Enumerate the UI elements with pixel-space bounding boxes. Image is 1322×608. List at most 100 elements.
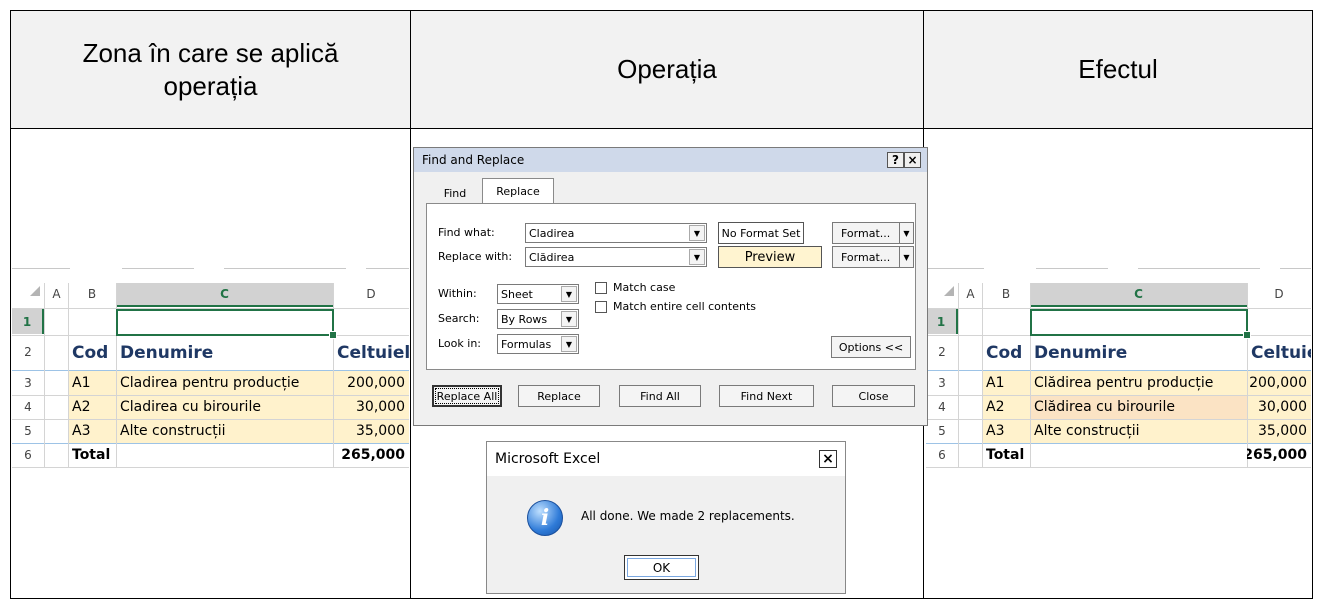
replace-with-label: Replace with: (438, 250, 513, 263)
tab-find[interactable]: Find (432, 182, 478, 204)
cell-denumire-header[interactable]: Denumire (1030, 338, 1247, 368)
close-icon[interactable]: × (904, 152, 921, 168)
col-header-a[interactable]: A (959, 283, 982, 305)
checkbox-box[interactable] (595, 300, 607, 313)
chevron-down-icon[interactable]: ▼ (899, 223, 913, 243)
checkbox-box[interactable] (595, 281, 607, 294)
chevron-down-icon[interactable]: ▼ (561, 311, 577, 327)
col-header-d[interactable]: D (333, 283, 409, 305)
chevron-down-icon[interactable]: ▼ (561, 336, 577, 352)
col-header-c[interactable]: C (116, 283, 333, 307)
row-header-4[interactable]: 4 (12, 395, 44, 419)
cell-denumire[interactable]: Cladirea cu birourile (116, 395, 333, 419)
search-label: Search: (438, 312, 480, 325)
replace-with-input[interactable]: Clădirea ▼ (525, 247, 707, 267)
cell-total-value[interactable]: 265,000 (1247, 443, 1311, 467)
replace-format-button[interactable]: Format... ▼ (832, 246, 914, 268)
chevron-down-icon[interactable]: ▼ (899, 247, 913, 267)
cell-cod[interactable]: A1 (982, 371, 1030, 395)
cell-total-label[interactable]: Total (68, 443, 116, 467)
cell-valoare[interactable]: 35,000 (333, 419, 409, 443)
replace-all-button[interactable]: Replace All (432, 385, 502, 407)
row-header-4[interactable]: 4 (926, 395, 958, 419)
row-header-1[interactable]: 1 (12, 309, 44, 334)
cell-denumire[interactable]: Clădirea cu birourile (1030, 395, 1247, 419)
cell-cod[interactable]: A2 (68, 395, 116, 419)
row-header-6[interactable]: 6 (12, 443, 44, 467)
cell-valoare[interactable]: 200,000 (333, 371, 409, 395)
col-header-b[interactable]: B (68, 283, 116, 305)
cell-valoare[interactable]: 200,000 (1247, 371, 1311, 395)
col-header-b[interactable]: B (982, 283, 1030, 305)
help-button[interactable]: ? (887, 152, 904, 168)
cell-denumire[interactable]: Cladirea pentru producție (116, 371, 333, 395)
no-format-set: No Format Set (718, 222, 804, 244)
find-what-value: Cladirea (529, 226, 575, 240)
row-header-3[interactable]: 3 (926, 371, 958, 395)
col-header-d[interactable]: D (1247, 283, 1311, 305)
search-select[interactable]: By Rows ▼ (497, 309, 579, 329)
cell-celtuieli-header[interactable]: Celtuieli (333, 338, 409, 368)
find-next-button[interactable]: Find Next (719, 385, 814, 407)
cell-denumire[interactable]: Clădirea pentru producție (1030, 371, 1247, 395)
cell-cod[interactable]: A2 (982, 395, 1030, 419)
cell-denumire[interactable]: Alte construcții (116, 419, 333, 443)
row-header-2[interactable]: 2 (926, 339, 958, 364)
find-what-input[interactable]: Cladirea ▼ (525, 223, 707, 243)
options-button[interactable]: Options << (831, 336, 911, 358)
cell-cod-header[interactable]: Cod (982, 338, 1030, 368)
row-header-3[interactable]: 3 (12, 371, 44, 395)
cell-cod-header[interactable]: Cod (68, 338, 116, 368)
cell-total-value[interactable]: 265,000 (333, 443, 409, 467)
cell-cod[interactable]: A3 (68, 419, 116, 443)
chevron-down-icon[interactable]: ▼ (689, 225, 705, 241)
find-format-button[interactable]: Format... ▼ (832, 222, 914, 244)
close-icon[interactable]: × (819, 450, 837, 468)
message-titlebar: Microsoft Excel (487, 442, 845, 476)
cell-celtuieli-header[interactable]: Celtuieli (1247, 338, 1311, 368)
within-label: Within: (438, 287, 477, 300)
match-entire-checkbox[interactable]: Match entire cell contents (595, 300, 756, 313)
find-replace-dialog: Find and Replace ? × Find Replace Find w… (413, 147, 928, 426)
row-header-1[interactable]: 1 (926, 309, 958, 334)
replace-format-label: Format... (841, 250, 891, 264)
row-header-6[interactable]: 6 (926, 443, 958, 467)
within-value: Sheet (501, 287, 533, 301)
col-header-c[interactable]: C (1030, 283, 1247, 307)
within-select[interactable]: Sheet ▼ (497, 284, 579, 304)
select-all-corner[interactable] (30, 286, 40, 296)
row-header-5[interactable]: 5 (926, 419, 958, 443)
find-all-button[interactable]: Find All (619, 385, 701, 407)
cell-cod[interactable]: A1 (68, 371, 116, 395)
sheet-after: A B C D 1 2 3 4 5 6 Cod Denumire Celtuie… (926, 268, 1311, 474)
header-operation: Operația (410, 10, 924, 129)
cell-denumire-header[interactable]: Denumire (116, 338, 333, 368)
match-case-checkbox[interactable]: Match case (595, 281, 675, 294)
match-case-label: Match case (613, 281, 676, 294)
close-button[interactable]: Close (832, 385, 915, 407)
search-value: By Rows (501, 312, 548, 326)
sheet-before: A B C D 1 2 3 4 5 6 Cod Denumire Celtuie… (12, 268, 409, 474)
lookin-select[interactable]: Formulas ▼ (497, 334, 579, 354)
cell-valoare[interactable]: 30,000 (333, 395, 409, 419)
active-cell-c1[interactable] (116, 309, 337, 339)
cell-denumire[interactable]: Alte construcții (1030, 419, 1247, 443)
replace-with-value: Clădirea (529, 250, 575, 264)
row-header-5[interactable]: 5 (12, 419, 44, 443)
cell-valoare[interactable]: 30,000 (1247, 395, 1311, 419)
cell-total-label[interactable]: Total (982, 443, 1030, 467)
cell-cod[interactable]: A3 (982, 419, 1030, 443)
replace-button[interactable]: Replace (518, 385, 600, 407)
active-cell-c1[interactable] (1030, 309, 1251, 339)
row-header-2[interactable]: 2 (12, 339, 44, 364)
chevron-down-icon[interactable]: ▼ (689, 249, 705, 265)
find-format-label: Format... (841, 226, 891, 240)
ok-button[interactable]: OK (624, 555, 699, 580)
replace-panel: Find what: Cladirea ▼ Replace with: Clăd… (426, 203, 916, 370)
col-header-a[interactable]: A (45, 283, 68, 305)
chevron-down-icon[interactable]: ▼ (561, 286, 577, 302)
format-preview: Preview (718, 246, 822, 268)
tab-replace[interactable]: Replace (482, 178, 554, 204)
select-all-corner[interactable] (944, 286, 954, 296)
cell-valoare[interactable]: 35,000 (1247, 419, 1311, 443)
